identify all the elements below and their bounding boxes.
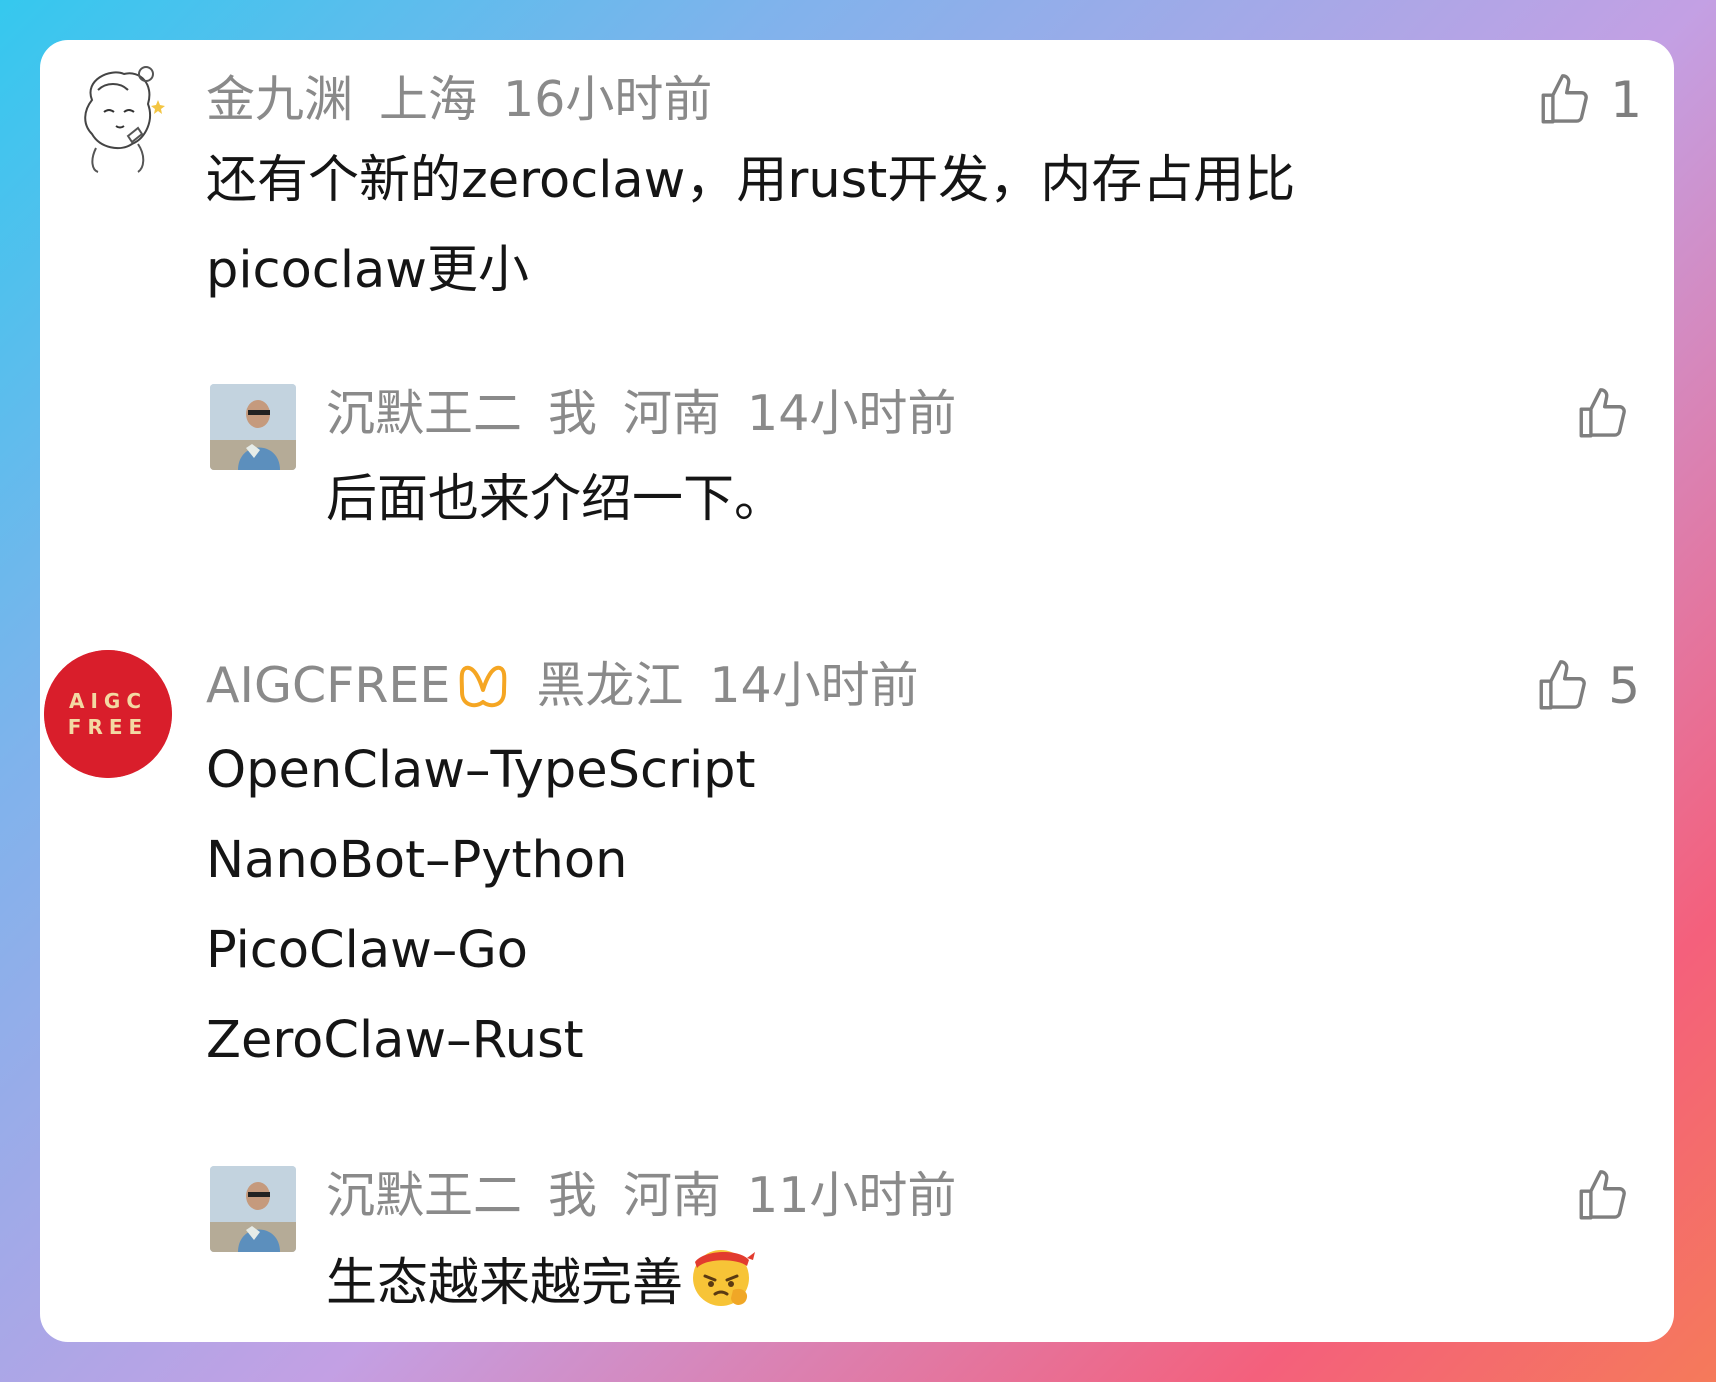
me-tag: 我 [548,385,598,442]
comment-text-line: NanoBot–Python [206,831,628,890]
reply-location: 河南 [623,385,722,442]
comment-text-line: picoclaw更小 [206,241,529,300]
like-count: 5 [1608,657,1640,715]
comment-text: 还有个新的zeroclaw，用rust开发，内存占用比 picoclaw更小 [206,136,1295,316]
thumbs-up-icon [1579,388,1626,438]
like-count: 1 [1610,71,1642,129]
thumbs-up-icon [1579,1170,1626,1220]
thumbs-up-icon [1539,660,1587,710]
sketch-avatar-image [62,60,168,174]
reply-text: 生态越来越完善 [326,1240,757,1324]
comment-text-line: ZeroClaw–Rust [206,1011,584,1070]
user-avatar[interactable]: AIGC FREE [44,650,172,778]
comment-meta: AIGCFREE 黑龙江 14小时前 [206,656,945,716]
reply-timestamp: 11小时前 [747,1167,957,1224]
timestamp: 14小时前 [709,657,919,714]
butterfly-badge-icon [459,665,507,708]
comment-text-line: OpenClaw–TypeScript [206,741,756,800]
location: 黑龙江 [536,657,684,714]
svg-text:FREE: FREE [68,715,148,739]
thumbs-up-icon [1541,74,1589,124]
like-button[interactable]: 5 [1534,654,1640,718]
username[interactable]: AIGCFREE [206,657,450,714]
timestamp: 16小时前 [503,71,713,128]
reply-text: 后面也来介绍一下。 [326,470,786,529]
me-tag: 我 [548,1167,598,1224]
reply-timestamp: 14小时前 [747,385,957,442]
comment-text-line: PicoClaw–Go [206,921,529,980]
comment-meta: 金九渊 上海 16小时前 [206,70,738,130]
location: 上海 [379,71,478,128]
username[interactable]: 金九渊 [206,71,353,128]
like-button[interactable]: 1 [1536,68,1642,132]
comment-item: AIGC FREE AIGCFREE 黑龙江 14小时前 OpenClaw–Typ… [40,650,1674,1342]
aigcfree-logo: AIGC FREE [44,650,172,778]
photo-avatar-image [210,384,296,470]
comment-text: OpenClaw–TypeScript NanoBot–Python PicoC… [206,726,756,1086]
reply-like-button[interactable] [1574,1164,1632,1228]
comment-list-card: 金九渊 上海 16小时前 还有个新的zeroclaw，用rust开发，内存占用比 p… [40,40,1674,1342]
reply-meta: 沉默王二我河南 14小时前 [326,384,982,444]
reply-like-button[interactable] [1574,382,1632,446]
comment-text-line: 还有个新的zeroclaw，用rust开发，内存占用比 [206,151,1296,210]
determined-face-emoji [693,1250,756,1306]
reply-user-avatar[interactable] [210,1166,296,1252]
reply-user-avatar[interactable] [210,384,296,470]
svg-text:AIGC: AIGC [69,689,147,713]
reply-location: 河南 [623,1167,722,1224]
user-avatar[interactable] [62,60,168,174]
photo-avatar-image [210,1166,296,1252]
reply-username[interactable]: 沉默王二 [326,1167,522,1224]
comment-item: 金九渊 上海 16小时前 还有个新的zeroclaw，用rust开发，内存占用比 p… [40,40,1674,600]
reply-username[interactable]: 沉默王二 [326,385,522,442]
reply-text-content: 生态越来越完善 [326,1254,684,1313]
reply-meta: 沉默王二我河南 11小时前 [326,1166,982,1226]
